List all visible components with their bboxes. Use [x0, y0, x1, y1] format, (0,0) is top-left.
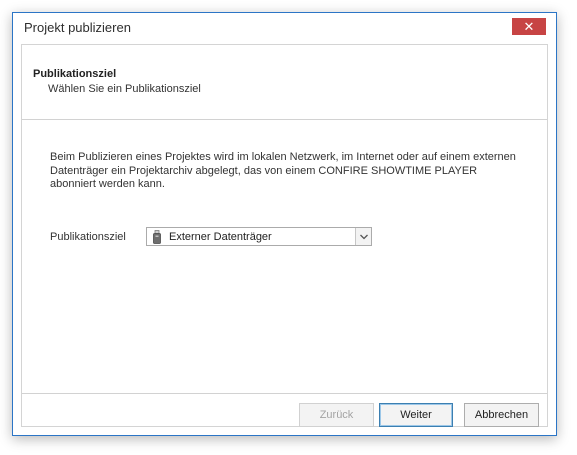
wizard-header: Publikationsziel Wählen Sie ein Publikat…	[22, 45, 547, 120]
description-line: abonniert werden kann.	[50, 178, 165, 190]
close-button[interactable]: ✕	[512, 18, 546, 35]
title-bar[interactable]: Projekt publizieren ✕	[13, 13, 556, 43]
page-title: Publikationsziel	[33, 68, 117, 80]
dialog-window: Projekt publizieren ✕ Publikationsziel W…	[12, 12, 557, 436]
footer-divider	[22, 393, 547, 394]
description-line: Datenträger ein Projektarchiv abgelegt, …	[50, 164, 478, 177]
page-subtitle: Wählen Sie ein Publikationsziel	[48, 83, 201, 95]
selected-value: Externer Datenträger	[169, 231, 272, 243]
usb-drive-icon	[153, 230, 161, 244]
dropdown-toggle[interactable]	[355, 228, 371, 245]
back-button[interactable]: Zurück	[299, 403, 374, 427]
description-text: Beim Publizieren eines Projektes wird im…	[50, 151, 530, 192]
chevron-down-icon	[359, 234, 368, 239]
dialog-content: Publikationsziel Wählen Sie ein Publikat…	[21, 44, 548, 427]
cancel-button[interactable]: Abbrechen	[464, 403, 539, 427]
description-line: Beim Publizieren eines Projektes wird im…	[50, 151, 516, 163]
publication-target-select[interactable]: Externer Datenträger	[146, 227, 372, 246]
close-icon: ✕	[523, 19, 535, 34]
window-title: Projekt publizieren	[24, 20, 131, 35]
next-button[interactable]: Weiter	[379, 403, 453, 427]
publication-target-label: Publikationsziel	[50, 231, 126, 243]
